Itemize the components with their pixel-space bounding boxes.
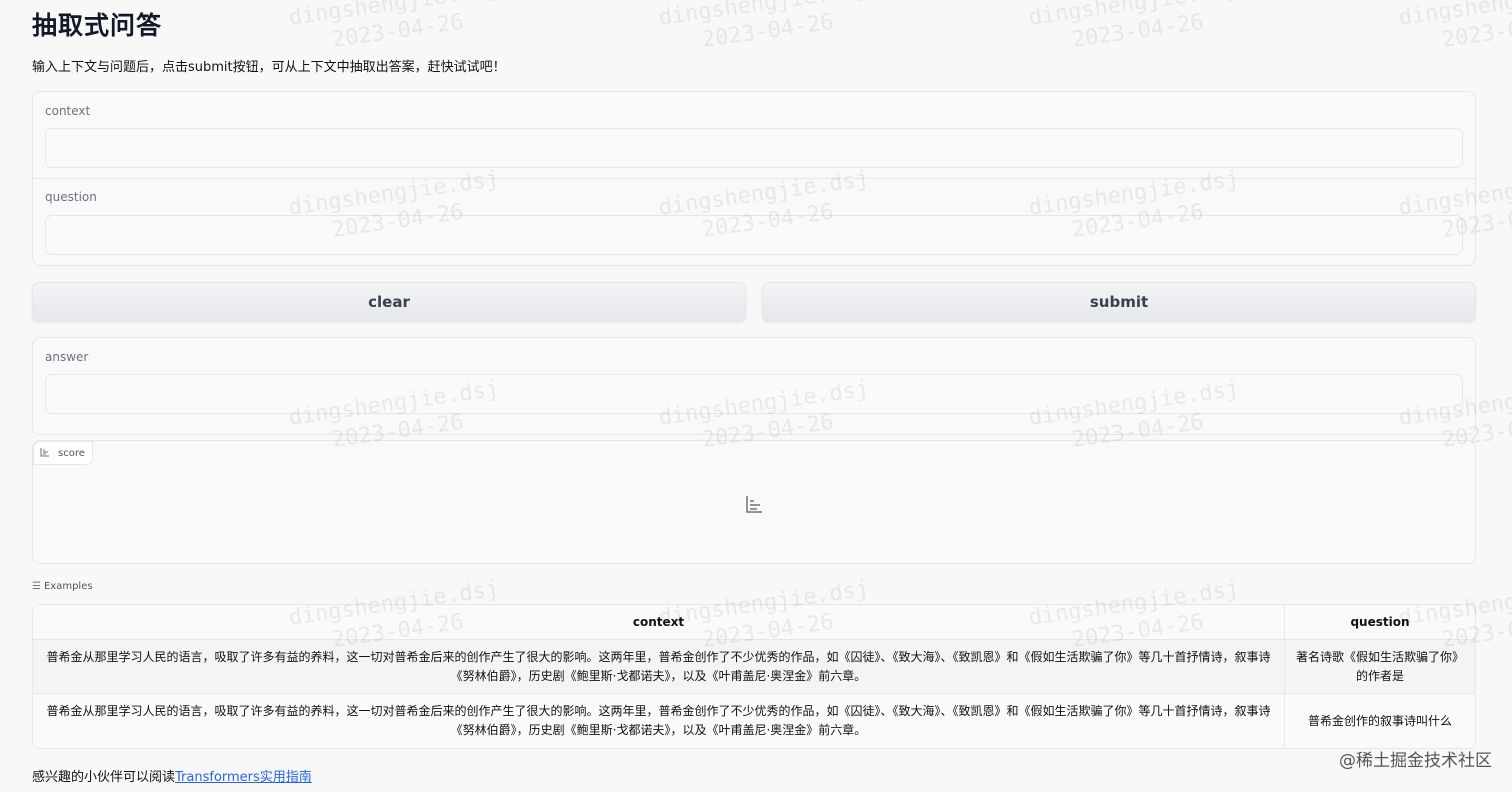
- answer-label: answer: [45, 350, 89, 364]
- answer-panel: answer: [32, 337, 1476, 435]
- watermark-text: dingshengjie.dsj 2023-04-26: [1027, 0, 1241, 53]
- score-panel: score: [32, 440, 1476, 564]
- watermark-text: dingshengjie.dsj 2023-04-26: [287, 0, 501, 53]
- input-panel: context question: [32, 91, 1476, 266]
- question-input[interactable]: [45, 215, 1463, 255]
- examples-header: ☰ Examples: [32, 581, 93, 592]
- example-context-cell[interactable]: 普希金从那里学习人民的语言，吸取了许多有益的养料，这一切对普希金后来的创作产生了…: [33, 694, 1285, 748]
- watermark-text: dingshengjie.dsj 2023-04-26: [1397, 0, 1512, 53]
- footer-text: 感兴趣的小伙伴可以阅读: [32, 770, 176, 785]
- examples-label: Examples: [43, 581, 93, 592]
- examples-table: context question 普希金从那里学习人民的语言，吸取了许多有益的养…: [32, 604, 1476, 749]
- question-label: question: [45, 190, 97, 204]
- score-tag: score: [33, 441, 93, 465]
- page-description: 输入上下文与问题后，点击submit按钮，可从上下文中抽取出答案，赶快试试吧！: [32, 60, 506, 75]
- watermark-text: dingshengjie.dsj 2023-04-26: [657, 0, 871, 53]
- example-row[interactable]: 普希金从那里学习人民的语言，吸取了许多有益的养料，这一切对普希金后来的创作产生了…: [33, 640, 1475, 694]
- clear-button[interactable]: clear: [32, 282, 746, 322]
- example-question-cell[interactable]: 著名诗歌《假如生活欺骗了你》的作者是: [1285, 640, 1475, 694]
- site-mark: @稀土掘金技术社区: [1339, 751, 1492, 771]
- score-label: score: [58, 447, 85, 459]
- context-input[interactable]: [45, 128, 1463, 168]
- context-label: context: [45, 104, 91, 118]
- bar-chart-icon: [40, 447, 50, 460]
- footer-link[interactable]: Transformers实用指南: [175, 770, 312, 785]
- example-question-cell[interactable]: 普希金创作的叙事诗叫什么: [1285, 694, 1475, 748]
- empty-chart-icon: [743, 493, 765, 515]
- list-icon: ☰: [32, 581, 41, 592]
- answer-output[interactable]: [45, 374, 1463, 414]
- example-context-cell[interactable]: 普希金从那里学习人民的语言，吸取了许多有益的养料，这一切对普希金后来的创作产生了…: [33, 640, 1285, 694]
- page-title: 抽取式问答: [32, 11, 163, 40]
- submit-button[interactable]: submit: [762, 282, 1476, 322]
- example-row[interactable]: 普希金从那里学习人民的语言，吸取了许多有益的养料，这一切对普希金后来的创作产生了…: [33, 694, 1475, 748]
- column-header-question: question: [1285, 605, 1475, 640]
- footer: 感兴趣的小伙伴可以阅读Transformers实用指南: [32, 766, 312, 785]
- panel-divider: [33, 178, 1475, 179]
- column-header-context: context: [33, 605, 1285, 640]
